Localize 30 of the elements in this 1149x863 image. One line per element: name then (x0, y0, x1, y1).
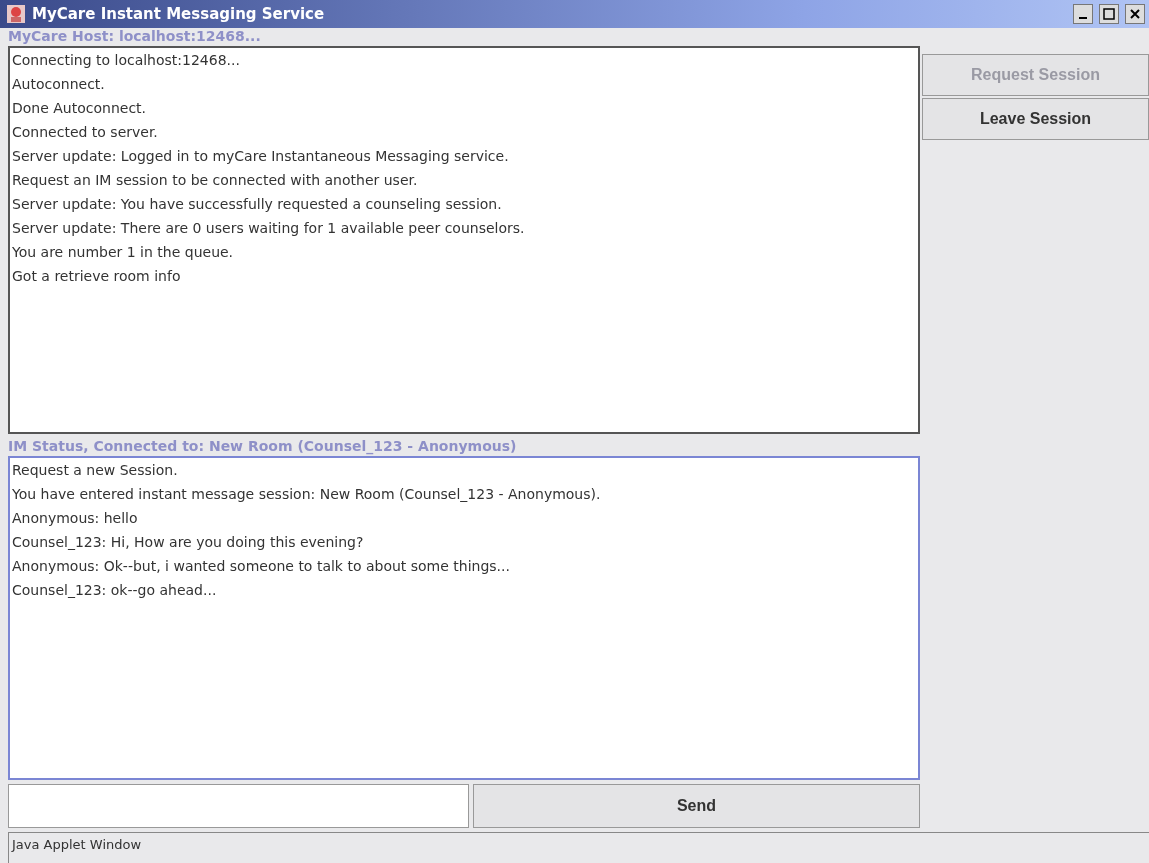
chat-message: Anonymous: Ok--but, i wanted someone to talk to about some things... (12, 558, 511, 574)
log-line: Server update: There are 0 users waiting for 1 available peer counselors. (12, 220, 526, 236)
close-button[interactable] (1125, 4, 1145, 24)
close-icon (1129, 8, 1141, 20)
app-icon (6, 4, 26, 24)
chat-message: Counsel_123: Hi, How are you doing this evening? (12, 534, 365, 550)
maximize-button[interactable] (1099, 4, 1119, 24)
message-input-field[interactable] (8, 784, 469, 828)
log-line: Request an IM session to be connected with another user. (12, 172, 419, 188)
minimize-icon (1079, 17, 1087, 19)
log-line: Autoconnect. (12, 76, 106, 92)
im-status-label: IM Status, Connected to: New Room (Counsel_123 - Anonymous) (8, 438, 518, 456)
log-line: Server update: You have successfully requested a counseling session. (12, 196, 503, 212)
chat-message: Anonymous: hello (12, 510, 139, 526)
log-line: Connecting to localhost:12468... (12, 52, 241, 68)
session-button[interactable]: Leave Session (922, 98, 1149, 140)
log-line: You are number 1 in the queue. (12, 244, 235, 260)
log-line: Got a retrieve room info (12, 268, 182, 284)
maximize-icon (1103, 8, 1115, 20)
log-line: Server update: Logged in to myCare Instantaneous Messaging service. (12, 148, 510, 164)
window-title: MyCare Instant Messaging Service (32, 5, 326, 23)
log-line: Connected to server. (12, 124, 159, 140)
host-label: MyCare Host: localhost:12468... (8, 28, 262, 46)
chat-message: You have entered instant message session: New Room (Counsel_123 - Anonymous). (12, 486, 602, 502)
log-line: Done Autoconnect. (12, 100, 148, 116)
status-bar: Java Applet Window (8, 832, 1149, 863)
send-button[interactable]: Send (473, 784, 920, 828)
minimize-button[interactable] (1073, 4, 1093, 24)
chat-message: Counsel_123: ok--go ahead... (12, 582, 218, 598)
chat-message: Request a new Session. (12, 462, 179, 478)
